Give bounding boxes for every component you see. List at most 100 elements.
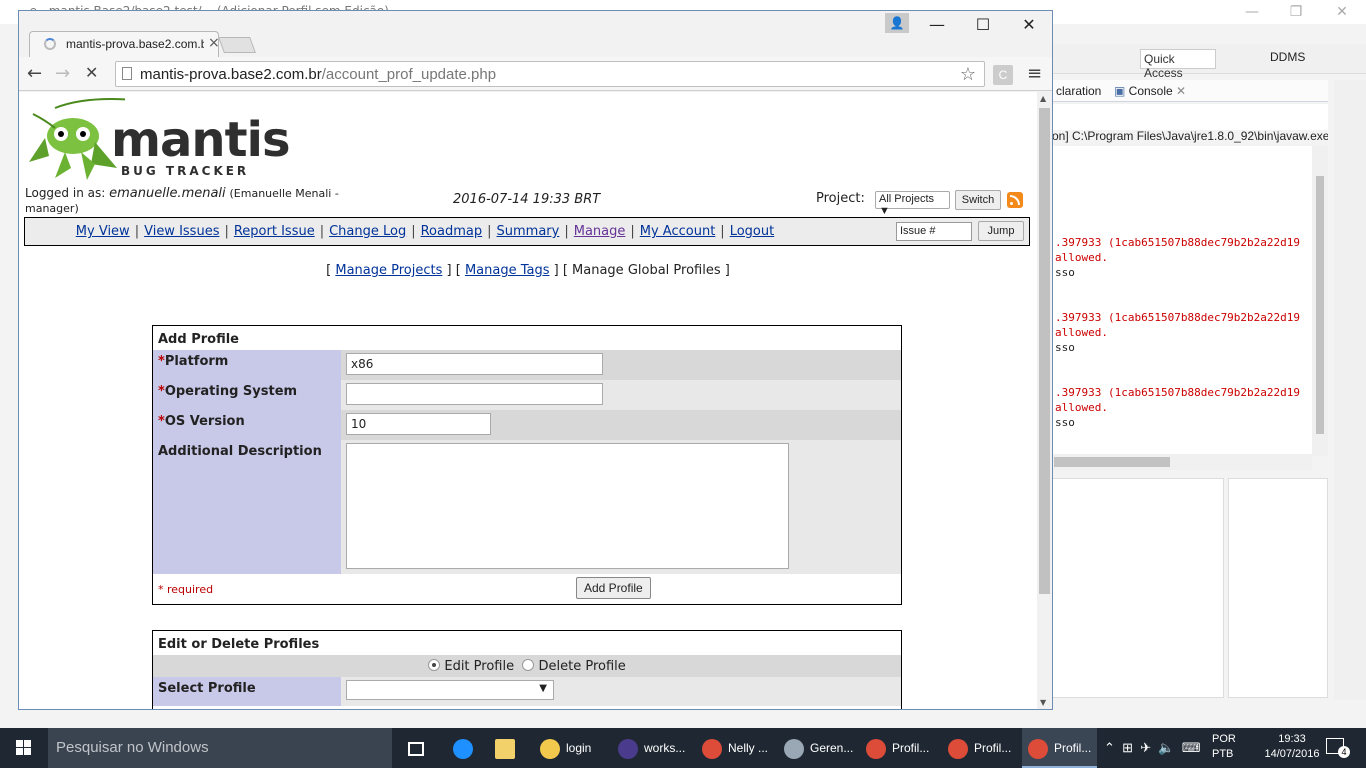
- console-line: .397933 (1cab651507b88dec79b2b2a22d19: [1055, 386, 1301, 399]
- windows-search-box[interactable]: Pesquisar no Windows: [48, 728, 392, 768]
- close-icon[interactable]: ✕: [1176, 84, 1186, 98]
- scroll-down-icon[interactable]: ▼: [1040, 698, 1046, 707]
- console-line: sso: [1055, 266, 1075, 279]
- console-horizontal-scrollbar[interactable]: [1052, 454, 1312, 470]
- menu-roadmap[interactable]: Roadmap: [421, 224, 483, 239]
- system-tray-icons[interactable]: ⌃ ⊞ ✈ 🔈 ⌨: [1104, 728, 1204, 768]
- extension-icon[interactable]: C: [993, 65, 1013, 85]
- logged-in-info: Logged in as: emanuelle.menali (Emanuell…: [25, 186, 365, 216]
- page-icon: [122, 67, 132, 80]
- address-bar[interactable]: mantis-prova.base2.com.br/account_prof_u…: [115, 61, 985, 87]
- task-view-icon[interactable]: [400, 728, 434, 768]
- profile-icon[interactable]: 👤: [885, 13, 909, 33]
- system-clock[interactable]: 19:33 14/07/2016: [1262, 732, 1322, 762]
- logged-in-label: Logged in as:: [25, 186, 106, 200]
- jump-button[interactable]: Jump: [978, 221, 1024, 241]
- taskbar-app-item[interactable]: Profil...: [1022, 728, 1098, 768]
- taskbar-app-item[interactable]: Profil...: [942, 728, 1017, 768]
- edit-profile-radio[interactable]: [428, 658, 441, 671]
- manage-submenu: [ Manage Projects ] [ Manage Tags ] [ Ma…: [326, 263, 730, 278]
- description-textarea[interactable]: [346, 443, 789, 569]
- taskbar-app-item[interactable]: login: [534, 728, 597, 768]
- tab-console-label: Console: [1128, 84, 1173, 98]
- stop-icon[interactable]: ✕: [85, 63, 98, 82]
- edge-icon[interactable]: [446, 728, 480, 768]
- tab-console[interactable]: ▣ Console ✕: [1114, 84, 1186, 98]
- menu-manage[interactable]: Manage: [574, 224, 626, 239]
- select-profile-dropdown[interactable]: ▼: [346, 680, 554, 700]
- menu-separator: |: [630, 224, 635, 239]
- menu-links: My View | View Issues | Report Issue | Change …: [25, 224, 825, 239]
- edit-delete-options: Edit Profile Delete Profile: [153, 655, 901, 677]
- operating-system-input[interactable]: [346, 383, 603, 405]
- taskbar-app-item[interactable]: Nelly ...: [696, 728, 774, 768]
- app-icon: [1028, 738, 1048, 759]
- chrome-maximize-button[interactable]: ☐: [961, 13, 1005, 37]
- windows-start-button[interactable]: [0, 728, 48, 768]
- switch-button[interactable]: Switch: [955, 190, 1001, 210]
- add-profile-button[interactable]: Add Profile: [576, 577, 651, 599]
- eclipse-lower-panel: [1052, 478, 1224, 698]
- project-select[interactable]: All Projects ▼: [875, 191, 950, 217]
- eclipse-close-button[interactable]: ✕: [1322, 2, 1362, 22]
- chrome-close-button[interactable]: ✕: [1007, 13, 1051, 37]
- bookmark-star-icon[interactable]: ☆: [960, 64, 976, 85]
- menu-my-view[interactable]: My View: [76, 224, 130, 239]
- ddms-perspective-button[interactable]: DDMS: [1270, 50, 1305, 64]
- eclipse-lower-panel-right: [1228, 478, 1328, 698]
- taskbar-app-label: Profil...: [1054, 741, 1092, 755]
- dropdown-arrow-icon: ▼: [539, 683, 547, 694]
- operating-system-label: *Operating System: [153, 380, 341, 410]
- mantis-logo[interactable]: mantis BUG TRACKER: [25, 98, 291, 182]
- eclipse-right-trim: [1334, 80, 1366, 700]
- menu-change-log[interactable]: Change Log: [329, 224, 406, 239]
- taskbar-app-item[interactable]: Geren...: [778, 728, 859, 768]
- browser-toolbar: ← → ✕ mantis-prova.base2.com.br/account_…: [19, 57, 1052, 91]
- scroll-up-icon[interactable]: ▲: [1040, 94, 1046, 103]
- manage-tags-link[interactable]: Manage Tags: [465, 263, 550, 278]
- tab-declaration[interactable]: claration: [1056, 84, 1101, 98]
- app-icon: [866, 738, 886, 759]
- taskbar-app-item[interactable]: works...: [612, 728, 691, 768]
- windows-taskbar: Pesquisar no Windows login works... Nelly …: [0, 728, 1366, 768]
- manage-projects-link[interactable]: Manage Projects: [335, 263, 442, 278]
- taskbar-app-item[interactable]: Profil...: [860, 728, 935, 768]
- dropdown-arrow-icon: ▼: [879, 205, 890, 217]
- eclipse-maximize-button[interactable]: ❐: [1276, 2, 1316, 22]
- console-path: on] C:\Program Files\Java\jre1.8.0_92\bi…: [1052, 129, 1328, 143]
- platform-input[interactable]: x86: [346, 353, 603, 375]
- menu-summary[interactable]: Summary: [497, 224, 560, 239]
- menu-logout[interactable]: Logout: [730, 224, 775, 239]
- page-vertical-scrollbar[interactable]: ▲ ▼: [1037, 92, 1052, 709]
- chrome-menu-icon[interactable]: ≡: [1027, 63, 1042, 84]
- delete-profile-radio[interactable]: [522, 658, 535, 671]
- language-indicator[interactable]: POR PTB: [1212, 732, 1236, 762]
- chrome-window: mantis-prova.base2.com.br × 👤 — ☐ ✕ ← → …: [18, 10, 1053, 710]
- console-toolbar: [1052, 104, 1328, 130]
- menu-report-issue[interactable]: Report Issue: [234, 224, 315, 239]
- menu-separator: |: [487, 224, 492, 239]
- os-version-input[interactable]: 10: [346, 413, 491, 435]
- windows-logo-icon: [16, 740, 31, 755]
- add-profile-form: Add Profile *Platform x86 *Operating Sys…: [152, 325, 902, 605]
- back-arrow-icon[interactable]: ←: [27, 63, 42, 84]
- new-tab-button[interactable]: [218, 37, 256, 53]
- taskbar-app-label: Profil...: [974, 741, 1012, 755]
- notepad-icon[interactable]: [488, 728, 522, 768]
- quick-access-input[interactable]: Quick Access: [1140, 49, 1216, 80]
- menu-my-account[interactable]: My Account: [640, 224, 716, 239]
- browser-tab[interactable]: mantis-prova.base2.com.br ×: [29, 31, 220, 57]
- issue-number-input[interactable]: Issue #: [896, 222, 972, 241]
- current-datetime: 2016-07-14 19:33 BRT: [453, 192, 601, 207]
- edit-profile-title: Edit or Delete Profiles: [153, 631, 901, 655]
- app-icon: [540, 738, 560, 759]
- console-tabs: claration ▣ Console ✕: [1052, 80, 1328, 102]
- eclipse-minimize-button[interactable]: —: [1232, 2, 1272, 22]
- menu-view-issues[interactable]: View Issues: [144, 224, 219, 239]
- chrome-minimize-button[interactable]: —: [915, 13, 959, 37]
- edit-profile-form: Edit or Delete Profiles Edit Profile Del…: [152, 630, 902, 709]
- rss-icon[interactable]: [1007, 192, 1023, 208]
- forward-arrow-icon[interactable]: →: [55, 63, 70, 84]
- console-vertical-scrollbar[interactable]: [1312, 146, 1328, 456]
- taskbar-app-label: works...: [644, 741, 686, 755]
